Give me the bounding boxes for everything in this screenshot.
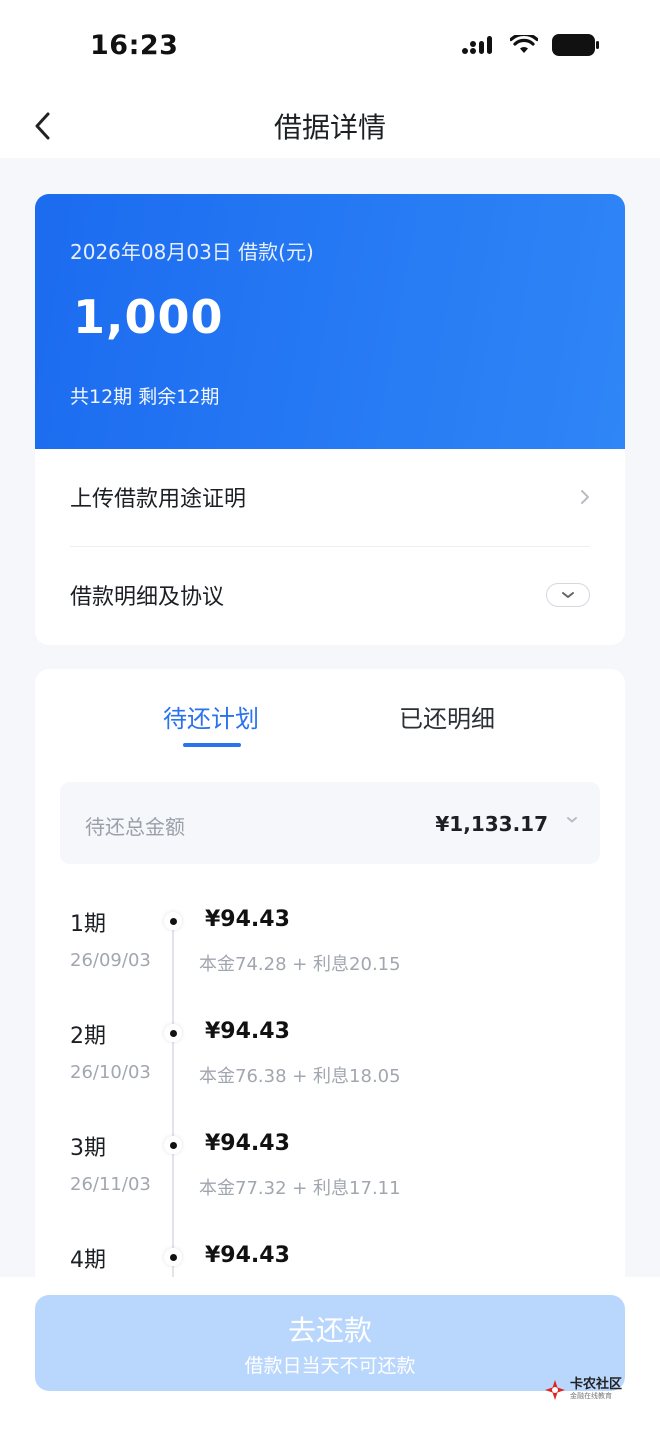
installment-breakdown: 本金76.38 + 利息18.05 [199, 1066, 401, 1087]
loan-card: 2026年08月03日 借款(元) 1,000 共12期 剩余12期 上传借款用… [35, 194, 625, 645]
chevron-down-icon [562, 592, 574, 598]
upload-proof-row[interactable]: 上传借款用途证明 [70, 449, 590, 545]
details-agreement-row[interactable]: 借款明细及协议 [70, 547, 590, 643]
installment-amount: ¥94.43 [205, 1019, 290, 1044]
page-title: 借据详情 [273, 111, 386, 144]
loan-header: 2026年08月03日 借款(元) 1,000 共12期 剩余12期 [35, 194, 625, 449]
tab-pending-plan[interactable]: 待还计划 [163, 699, 259, 734]
watermark-text: 卡农社区 金融在线教育 [570, 1378, 622, 1401]
installment-breakdown: 本金77.32 + 利息17.11 [199, 1178, 401, 1199]
chevron-down-icon [567, 817, 577, 823]
loan-terms: 共12期 剩余12期 [70, 386, 220, 408]
installment-item[interactable]: 1期 26/09/03 ¥94.43 本金74.28 + 利息20.15 [35, 906, 625, 1018]
timeline-dot [164, 1248, 182, 1266]
tab-paid-details[interactable]: 已还明细 [399, 699, 495, 734]
installment-date: 26/09/03 [70, 950, 151, 971]
details-agreement-label: 借款明细及协议 [70, 585, 225, 610]
installment-period: 1期 [70, 912, 106, 937]
installment-breakdown: 本金74.28 + 利息20.15 [199, 954, 401, 975]
total-outstanding-label: 待还总金额 [85, 815, 185, 839]
repay-button-subtext: 借款日当天不可还款 [244, 1355, 416, 1377]
repay-button-label: 去还款 [287, 1314, 372, 1347]
installment-period: 4期 [70, 1248, 106, 1273]
watermark-title: 卡农社区 [570, 1377, 623, 1392]
wifi-icon [510, 35, 538, 53]
chevron-right-icon [581, 490, 589, 504]
installment-item[interactable]: 3期 26/11/03 ¥94.43 本金77.32 + 利息17.11 [35, 1130, 625, 1242]
bottom-action-bar: 去还款 借款日当天不可还款 [0, 1277, 660, 1434]
watermark: 卡农社区 金融在线教育 [544, 1378, 622, 1401]
cellular-signal-icon [462, 36, 492, 54]
total-outstanding-box[interactable]: 待还总金额 ¥1,133.17 [60, 782, 600, 864]
loan-amount: 1,000 [73, 290, 224, 344]
upload-proof-label: 上传借款用途证明 [70, 487, 247, 512]
timeline-dot [164, 912, 182, 930]
watermark-logo-icon [545, 1379, 565, 1400]
total-outstanding-amount: ¥1,133.17 [435, 812, 548, 836]
active-tab-indicator [183, 743, 241, 747]
installment-period: 3期 [70, 1136, 106, 1161]
installment-item[interactable]: 2期 26/10/03 ¥94.43 本金76.38 + 利息18.05 [35, 1018, 625, 1130]
installment-amount: ¥94.43 [205, 1243, 290, 1268]
loan-date-label: 2026年08月03日 借款(元) [70, 240, 314, 264]
timeline-dot [164, 1024, 182, 1042]
installment-amount: ¥94.43 [205, 1131, 290, 1156]
installment-date: 26/10/03 [70, 1062, 151, 1083]
installment-date: 26/11/03 [70, 1174, 151, 1195]
status-icons [462, 34, 600, 56]
watermark-subtitle: 金融在线教育 [570, 1392, 612, 1400]
expand-toggle[interactable] [546, 583, 590, 607]
installment-amount: ¥94.43 [205, 907, 290, 932]
battery-icon [552, 34, 599, 56]
repayment-plan-card: 待还计划 已还明细 待还总金额 ¥1,133.17 1期 26/09/03 ¥9… [35, 669, 625, 1309]
status-bar: 16:23 [0, 0, 660, 96]
timeline-dot [164, 1136, 182, 1154]
repay-button[interactable]: 去还款 借款日当天不可还款 [35, 1295, 625, 1391]
status-time: 16:23 [90, 30, 179, 61]
nav-bar: 借据详情 [0, 96, 660, 158]
installment-period: 2期 [70, 1024, 106, 1049]
